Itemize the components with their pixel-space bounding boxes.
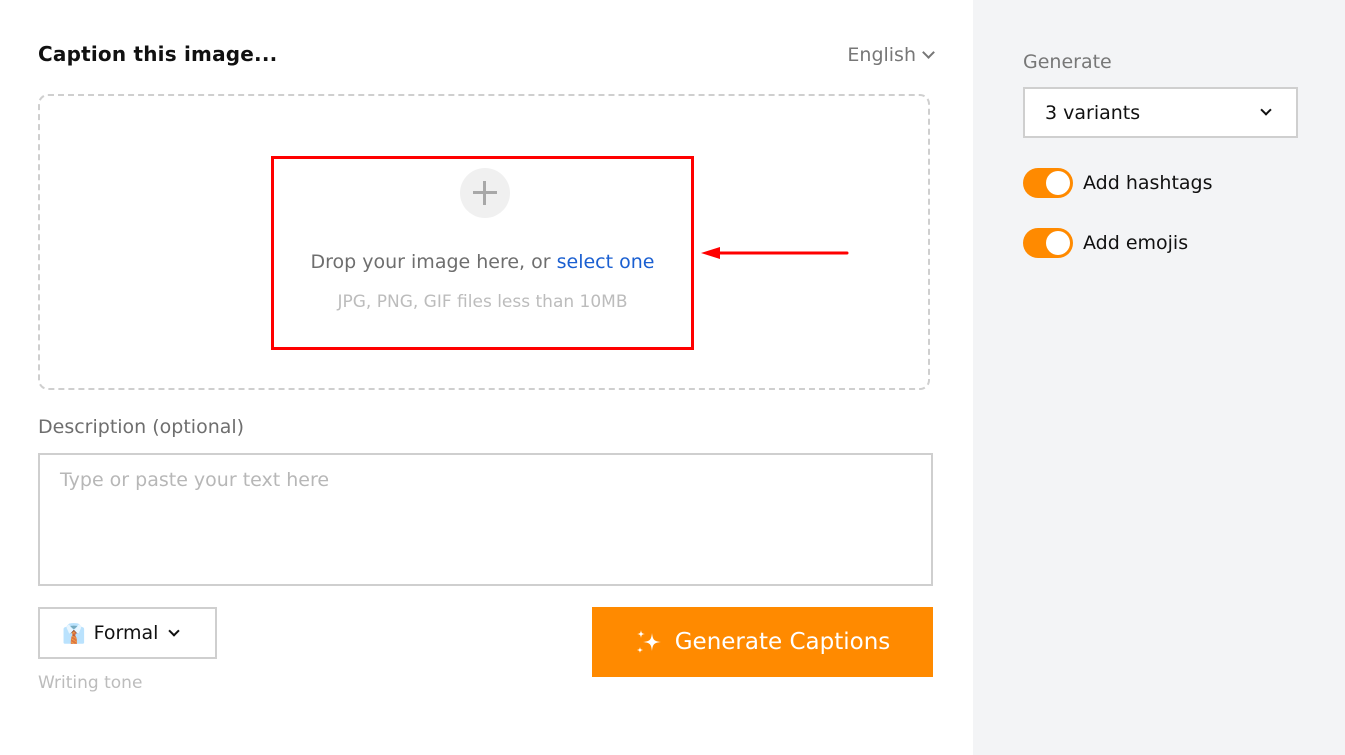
description-label: Description (optional) (38, 416, 245, 438)
annotation-arrow-icon (701, 247, 849, 259)
tone-value: Formal (93, 622, 159, 644)
main-panel: Caption this image... English Drop your … (0, 0, 973, 755)
hashtags-toggle-label: Add hashtags (1083, 172, 1213, 194)
page-title: Caption this image... (38, 42, 278, 66)
variants-value: 3 variants (1045, 101, 1141, 124)
generate-captions-label: Generate Captions (674, 629, 891, 655)
emojis-toggle-row: Add emojis (1023, 228, 1188, 258)
variants-dropdown[interactable]: 3 variants (1023, 87, 1298, 138)
generate-captions-button[interactable]: Generate Captions (592, 607, 933, 677)
hashtags-toggle-row: Add hashtags (1023, 168, 1213, 198)
sparkles-icon (636, 630, 661, 653)
annotation-highlight-box (271, 156, 694, 350)
generate-label: Generate (1023, 51, 1112, 73)
hashtags-toggle[interactable] (1023, 168, 1073, 198)
emojis-toggle-label: Add emojis (1083, 232, 1189, 254)
writing-tone-dropdown[interactable]: 👔 Formal (38, 607, 217, 659)
chevron-down-icon (168, 624, 181, 637)
chevron-down-icon (1260, 104, 1272, 116)
necktie-icon: 👔 (62, 622, 86, 645)
writing-tone-label: Writing tone (38, 673, 143, 693)
language-value: English (847, 44, 916, 66)
language-dropdown[interactable]: English (847, 44, 935, 66)
chevron-down-icon (922, 46, 935, 59)
description-input[interactable] (38, 453, 933, 586)
emojis-toggle[interactable] (1023, 228, 1073, 258)
